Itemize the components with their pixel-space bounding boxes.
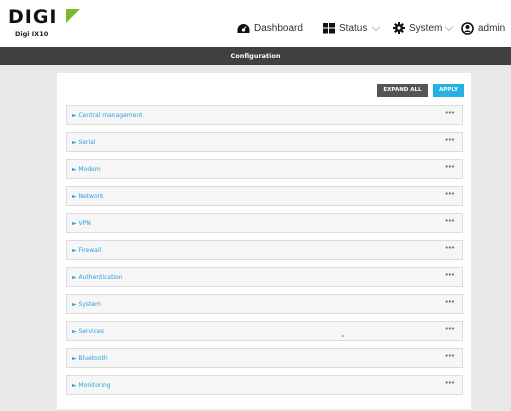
nav-system-label: System [409, 22, 443, 34]
status-chevron-down-icon[interactable] [371, 22, 381, 32]
more-icon[interactable]: ••• [445, 189, 455, 199]
section-system[interactable]: ► System ••• [66, 294, 463, 314]
more-icon[interactable]: ••• [445, 324, 455, 334]
section-label: ► Central management [72, 112, 143, 119]
more-icon[interactable]: ••• [445, 351, 455, 361]
section-modem[interactable]: ► Modem ••• [66, 159, 463, 179]
dashboard-icon [237, 23, 250, 33]
section-monitoring[interactable]: ► Monitoring ••• [66, 375, 463, 395]
section-authentication[interactable]: ► Authentication ••• [66, 267, 463, 287]
more-icon[interactable]: ••• [445, 243, 455, 253]
nav-user-menu[interactable]: admin [461, 20, 505, 36]
nav-dashboard-label: Dashboard [254, 22, 303, 34]
configuration-panel: EXPAND ALL APPLY ► Central management ••… [57, 73, 471, 409]
section-list: ► Central management ••• ► Serial ••• ► … [66, 105, 463, 402]
apply-button[interactable]: APPLY [433, 84, 464, 97]
section-network[interactable]: ► Network ••• [66, 186, 463, 206]
device-name: Digi IX10 [15, 30, 49, 38]
grid-icon [323, 22, 335, 33]
user-icon [461, 21, 474, 35]
section-label: ► Bluetooth [72, 355, 108, 362]
system-chevron-down-icon[interactable] [444, 22, 454, 32]
nav-dashboard[interactable]: Dashboard [237, 20, 303, 36]
section-label: ► Monitoring [72, 382, 111, 389]
page-title: Configuration [0, 47, 511, 65]
section-bluetooth[interactable]: ► Bluetooth ••• [66, 348, 463, 368]
section-central-management[interactable]: ► Central management ••• [66, 105, 463, 125]
nav-status[interactable]: Status [323, 20, 367, 36]
section-firewall[interactable]: ► Firewall ••• [66, 240, 463, 260]
section-serial[interactable]: ► Serial ••• [66, 132, 463, 152]
section-label: ► Authentication [72, 274, 123, 281]
gear-icon [393, 22, 405, 34]
more-icon[interactable]: ••• [445, 162, 455, 172]
more-icon[interactable]: ••• [445, 297, 455, 307]
nav-user-label: admin [478, 22, 506, 34]
logo-text: DIGI [8, 6, 58, 28]
nav-system[interactable]: System [393, 20, 442, 36]
more-icon[interactable]: ••• [445, 270, 455, 280]
section-label: ► Modem [72, 166, 101, 173]
section-label: ► Firewall [72, 247, 102, 254]
section-services[interactable]: ► Services ••• [66, 321, 463, 341]
cursor-dot [342, 335, 344, 337]
section-label: ► System [72, 301, 101, 308]
logo-mark-icon [66, 9, 80, 23]
section-vpn[interactable]: ► VPN ••• [66, 213, 463, 233]
more-icon[interactable]: ••• [445, 216, 455, 226]
more-icon[interactable]: ••• [445, 378, 455, 388]
section-label: ► Serial [72, 139, 96, 146]
top-bar: DIGI Digi IX10 Dashboard Status System a… [0, 0, 511, 47]
digi-logo[interactable]: DIGI Digi IX10 [8, 6, 88, 42]
section-label: ► VPN [72, 220, 91, 227]
nav-status-label: Status [339, 22, 368, 34]
more-icon[interactable]: ••• [445, 108, 455, 118]
section-label: ► Network [72, 193, 104, 200]
more-icon[interactable]: ••• [445, 135, 455, 145]
expand-all-button[interactable]: EXPAND ALL [377, 84, 428, 97]
section-label: ► Services [72, 328, 104, 335]
